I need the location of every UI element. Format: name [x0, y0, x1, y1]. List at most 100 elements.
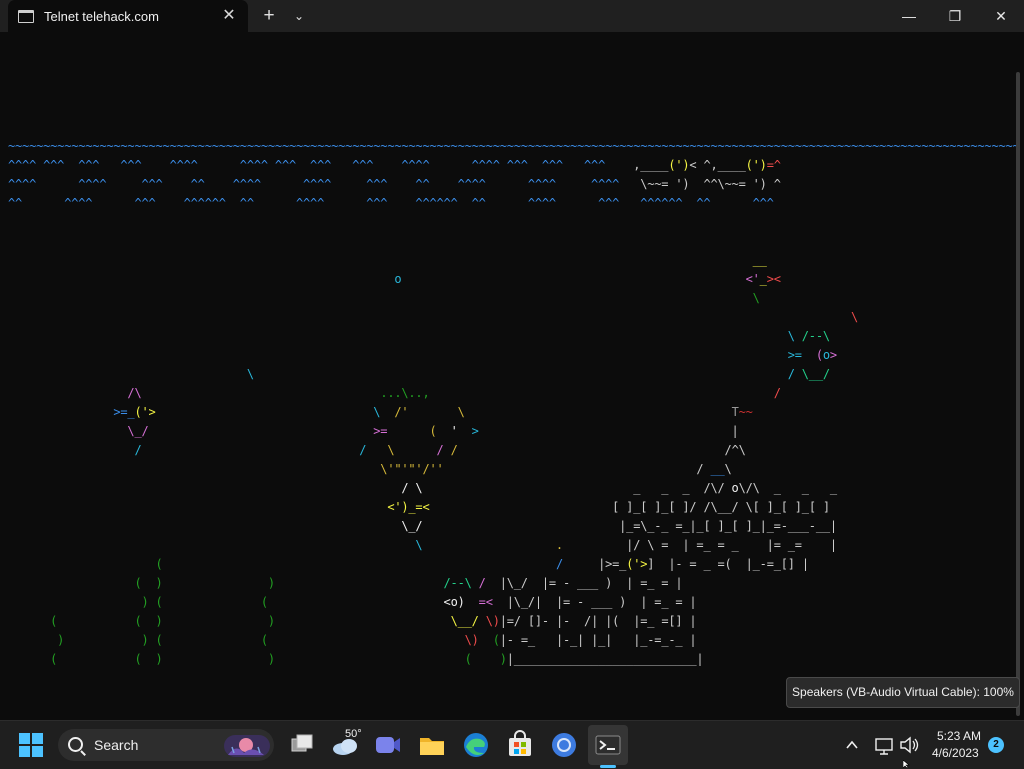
terminal-text-segment: \: [387, 443, 437, 457]
terminal-text-segment: /: [478, 576, 486, 590]
terminal-text-segment: ('>: [626, 557, 648, 571]
terminal-text-segment: \: [8, 538, 423, 552]
file-explorer-icon[interactable]: [416, 729, 448, 761]
terminal-text-segment: <')_=<: [8, 500, 430, 514]
show-hidden-icons-chevron-icon[interactable]: [836, 729, 868, 761]
terminal-output[interactable]: ~~~~~~~~~~~~~~~~~~~~~~~~~~~~~~~~~~~~~~~~…: [0, 32, 1016, 718]
search-highlight-icon: [224, 735, 270, 757]
terminal-text-segment: \__/: [450, 614, 486, 628]
teams-meet-icon[interactable]: [372, 729, 404, 761]
close-tab-button[interactable]: ✕: [220, 6, 238, 26]
terminal-text-segment: \_/: [8, 519, 423, 533]
terminal-text-segment: (: [478, 633, 500, 647]
clock-time[interactable]: 5:23 AM: [937, 729, 981, 743]
terminal-text-segment: |: [478, 424, 739, 438]
terminal-text-segment: o: [8, 272, 746, 286]
taskbar: Search 50° 5:23 AM 4/6/2023 2: [0, 720, 1024, 769]
terminal-text-segment: /: [450, 443, 458, 457]
terminal-line: \ /--\: [8, 329, 830, 343]
windows-terminal-icon: [595, 735, 621, 755]
microsoft-store-icon[interactable]: [504, 729, 536, 761]
title-bar: Telnet telehack.com ✕ + ⌄ — ❐ ✕: [0, 0, 1024, 32]
terminal-line: / / \ / / /^\: [8, 443, 746, 457]
terminal-text-segment: =^: [766, 158, 781, 172]
terminal-line: / \ _ _ _ /\/ o\/\ _ _ _: [8, 481, 837, 495]
terminal-line: ) ( ( <o) =< |\_/| |= - ___ ) | =_ = |: [8, 595, 696, 609]
terminal-line: ^^ ^^^^ ^^^ ^^^^^^ ^^ ^^^^ ^^^ ^^^^^^ ^^…: [8, 196, 774, 210]
terminal-line: \_/ |_=\_-_ =_|_[ ]_[ ]_|_=-___-__|: [8, 519, 837, 533]
terminal-line: ^^^^ ^^^ ^^^ ^^^ ^^^^ ^^^^ ^^^ ^^^ ^^^ ^…: [8, 158, 781, 172]
terminal-text-segment: o: [731, 481, 739, 495]
search-label: Search: [94, 737, 139, 753]
chrome-browser-icon[interactable]: [548, 729, 580, 761]
terminal-line: ( ( ) ) ( )|__________________________|: [8, 652, 704, 666]
volume-speaker-icon[interactable]: [892, 729, 924, 761]
terminal-line: \'"'"'/'' / __\: [8, 462, 732, 476]
terminal-text-segment: ] |- = _ =(: [647, 557, 732, 571]
terminal-text-segment: / \: [8, 481, 423, 495]
terminal-text-segment: ('): [745, 158, 767, 172]
terminal-text-segment: /\: [8, 386, 381, 400]
maximize-button[interactable]: ❐: [932, 0, 978, 32]
terminal-text-segment: =<: [464, 595, 493, 609]
terminal-line: ^^^^ ^^^^ ^^^ ^^ ^^^^ ^^^^ ^^^ ^^ ^^^^ ^…: [8, 177, 781, 191]
terminal-text-segment: \): [464, 633, 479, 647]
terminal-line: \: [8, 291, 760, 305]
task-view-icon[interactable]: [286, 729, 318, 761]
terminal-text-segment: /^\: [457, 443, 746, 457]
terminal-text-segment: ,____: [626, 158, 669, 172]
edge-browser-icon[interactable]: [460, 729, 492, 761]
terminal-text-segment: \'"'"'/'': [8, 462, 444, 476]
terminal-scrollbar[interactable]: [1016, 72, 1020, 716]
terminal-text-segment: \: [8, 329, 802, 343]
terminal-text-segment: /: [443, 462, 711, 476]
terminal-tab-icon: [18, 10, 34, 23]
start-button[interactable]: [19, 733, 43, 757]
terminal-text-segment: \: [8, 291, 760, 305]
terminal-text-segment: /--\: [801, 329, 830, 343]
terminal-text-segment: <o): [443, 595, 465, 609]
terminal-text-segment: ('): [668, 158, 690, 172]
minimize-button[interactable]: —: [886, 0, 932, 32]
terminal-line: \_/ >= ( ' > |: [8, 424, 739, 438]
terminal-text-segment: o: [822, 348, 830, 362]
terminal-line: \ . |/ \ = | =_ = _ |= _= |: [8, 538, 837, 552]
new-tab-button[interactable]: +: [258, 5, 280, 27]
terminal-text-segment: (: [394, 424, 451, 438]
terminal-text-segment: |__________________________|: [506, 652, 704, 666]
terminal-text-segment: \: [724, 462, 732, 476]
terminal-text-segment: |- =_ |-_| |_| |_-=_-_ |: [499, 633, 697, 647]
notification-badge[interactable]: 2: [988, 737, 1004, 753]
terminal-line: >= (o>: [8, 348, 837, 362]
terminal-text-segment: ) ) ( (: [8, 633, 268, 647]
terminal-text-segment: (: [8, 557, 163, 571]
terminal-line: ( ) ) /--\ / |\_/ |= - ___ ) | =_ = |: [8, 576, 682, 590]
terminal-text-segment: \/\ _ _ _: [738, 481, 838, 495]
terminal-text-segment: /: [429, 386, 781, 400]
terminal-text-segment: \: [8, 310, 858, 324]
terminal-text-segment: ~~~~~~~~~~~~~~~~~~~~~~~~~~~~~~~~~~~~~~~~…: [8, 139, 1016, 153]
terminal-text-segment: /' \: [394, 405, 465, 419]
clock-date[interactable]: 4/6/2023: [932, 746, 979, 760]
terminal-text-segment: ><: [766, 272, 788, 286]
close-window-button[interactable]: ✕: [978, 0, 1024, 32]
tab-telnet[interactable]: Telnet telehack.com ✕: [8, 0, 248, 32]
terminal-text-segment: _ _ _ /\/: [422, 481, 732, 495]
terminal-text-segment: \__/: [801, 367, 830, 381]
terminal-text-segment: ( ): [464, 652, 507, 666]
terminal-line: ( / |>=_('>] |- = _ =( |_-=_[] |: [8, 557, 810, 571]
search-box[interactable]: Search: [58, 729, 274, 761]
terminal-line: >=_('> \ /' \ T~~: [8, 405, 752, 419]
ascii-aquarium: ~~~~~~~~~~~~~~~~~~~~~~~~~~~~~~~~~~~~~~~~…: [8, 137, 1016, 669]
terminal-text-segment: \~~= ') ^^\~~= ') ^: [626, 177, 781, 191]
terminal-text-segment: / /: [8, 443, 388, 457]
terminal-text-segment: |_-=_[] |: [731, 557, 809, 571]
tab-dropdown-button[interactable]: ⌄: [288, 5, 310, 27]
terminal-line: \: [8, 310, 858, 324]
terminal-text-segment: T: [731, 405, 739, 419]
terminal-text-segment: /: [555, 557, 563, 571]
